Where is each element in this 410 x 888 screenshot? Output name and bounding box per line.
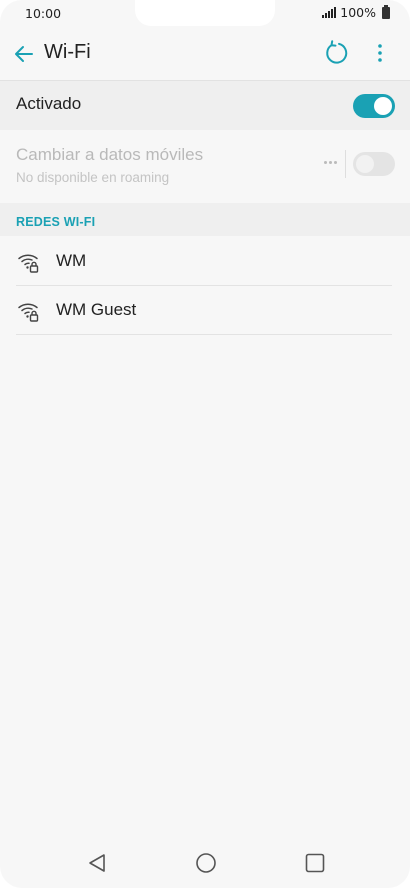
- networks-section-header: REDES WI-FI: [0, 203, 410, 236]
- list-divider: [16, 334, 392, 335]
- mobile-data-title: Cambiar a datos móviles: [16, 145, 204, 164]
- refresh-icon[interactable]: [323, 40, 349, 66]
- camera-notch: [135, 0, 275, 26]
- more-vertical-icon[interactable]: [368, 41, 392, 65]
- mobile-data-subtitle: No disponible en roaming: [16, 170, 170, 185]
- network-name: WM: [56, 251, 87, 270]
- more-horizontal-icon: [324, 161, 337, 164]
- wifi-toggle-switch[interactable]: [353, 94, 395, 118]
- mobile-data-row: Cambiar a datos móviles No disponible en…: [0, 130, 410, 200]
- battery-icon: [382, 4, 390, 19]
- phone-screen: 10:00 100% Wi-Fi Activado Cambiar a dato…: [0, 0, 410, 888]
- wifi-toggle-row[interactable]: Activado: [0, 81, 410, 130]
- battery-percent: 100%: [340, 5, 376, 20]
- toggle-knob: [356, 155, 374, 173]
- wifi-lock-icon: [18, 303, 39, 322]
- circle-home-icon[interactable]: [195, 852, 217, 874]
- navigation-bar: [0, 838, 410, 888]
- toggle-knob: [374, 97, 392, 115]
- arrow-left-icon[interactable]: [12, 42, 36, 66]
- mobile-data-toggle-switch: [353, 152, 395, 176]
- network-item-wm-guest[interactable]: WM Guest: [0, 286, 410, 335]
- networks-section-title: REDES WI-FI: [16, 215, 96, 229]
- square-recents-icon[interactable]: [304, 852, 326, 874]
- wifi-toggle-label: Activado: [16, 94, 82, 113]
- signal-icon: [322, 7, 337, 18]
- wifi-lock-icon: [18, 254, 39, 273]
- network-item-wm[interactable]: WM: [0, 237, 410, 286]
- network-list: WM WM Guest: [0, 237, 410, 335]
- page-title: Wi-Fi: [44, 41, 91, 63]
- status-time: 10:00: [25, 6, 62, 21]
- network-name: WM Guest: [56, 300, 137, 319]
- triangle-back-icon[interactable]: [86, 852, 108, 874]
- vertical-divider: [345, 150, 346, 178]
- app-header: Wi-Fi: [0, 30, 410, 80]
- status-indicators: 100%: [322, 4, 390, 20]
- status-bar: 10:00 100%: [0, 0, 410, 28]
